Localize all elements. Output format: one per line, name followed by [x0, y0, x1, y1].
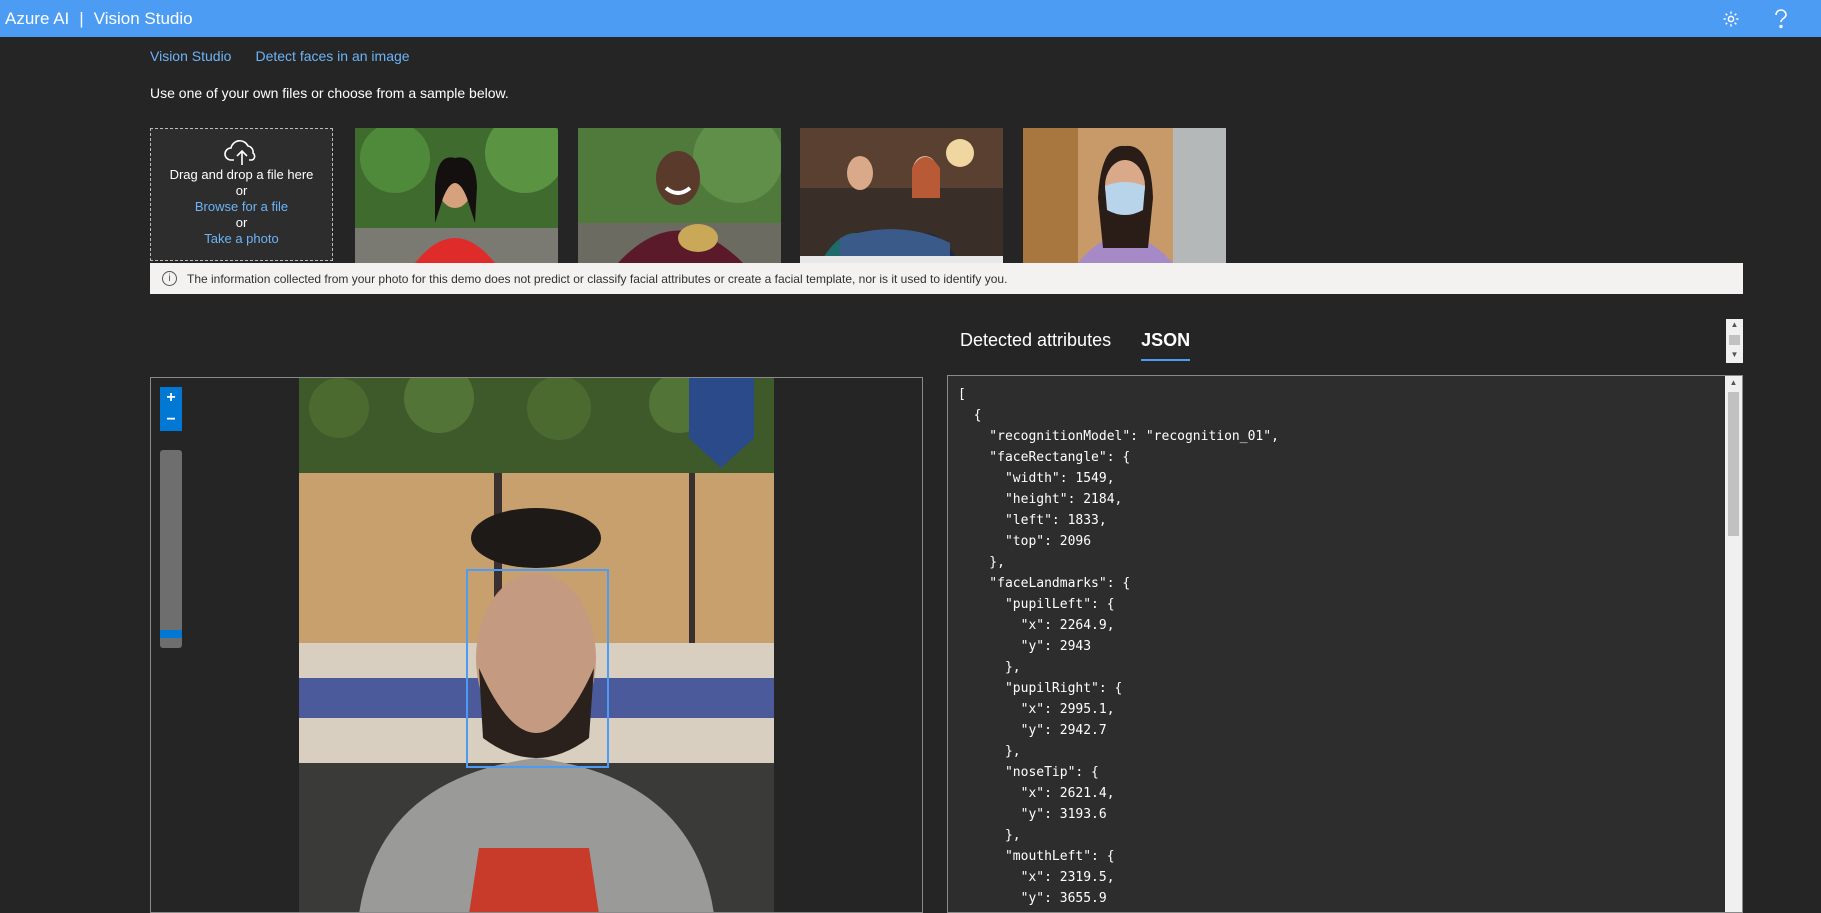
top-bar: Azure AI | Vision Studio	[0, 0, 1821, 37]
cloud-upload-icon	[151, 139, 332, 167]
info-icon: i	[162, 271, 177, 286]
zoom-out-button[interactable]: −	[160, 409, 182, 431]
zoom-in-button[interactable]: +	[160, 387, 182, 409]
gear-icon[interactable]	[1721, 9, 1741, 29]
help-icon[interactable]	[1771, 8, 1791, 29]
json-scroll-thumb[interactable]	[1728, 392, 1739, 536]
tabs-scrollbar[interactable]: ▲ ▼	[1726, 319, 1743, 363]
sample-image-2[interactable]	[578, 128, 781, 263]
take-photo-link[interactable]: Take a photo	[151, 231, 332, 247]
brand-name: Azure AI	[5, 8, 70, 28]
breadcrumb-detect-faces[interactable]: Detect faces in an image	[255, 48, 409, 64]
tab-detected-attributes[interactable]: Detected attributes	[960, 330, 1111, 361]
sample-image-1[interactable]	[355, 128, 558, 263]
scroll-up-icon[interactable]: ▲	[1726, 319, 1743, 331]
json-output-text: [ { "recognitionModel": "recognition_01"…	[958, 387, 1279, 906]
brand-separator: |	[79, 8, 84, 28]
breadcrumb: Vision Studio Detect faces in an image	[150, 48, 410, 64]
json-scrollbar[interactable]: ▲	[1725, 376, 1742, 912]
app-title[interactable]: Azure AI | Vision Studio	[5, 9, 193, 29]
result-tabs: Detected attributes JSON	[960, 330, 1191, 361]
file-dropzone[interactable]: Drag and drop a file here or Browse for …	[150, 128, 333, 261]
image-viewer: + −	[150, 377, 923, 913]
or-text: or	[235, 215, 248, 230]
sample-image-4[interactable]	[1023, 128, 1226, 263]
or-text: or	[235, 183, 248, 198]
breadcrumb-vision-studio[interactable]: Vision Studio	[150, 48, 231, 64]
json-output-panel[interactable]: [ { "recognitionModel": "recognition_01"…	[947, 375, 1743, 913]
scroll-down-icon[interactable]: ▼	[1726, 349, 1743, 361]
privacy-notice-text: The information collected from your phot…	[187, 271, 1008, 286]
browse-file-link[interactable]: Browse for a file	[151, 199, 332, 215]
tab-json[interactable]: JSON	[1141, 330, 1191, 361]
privacy-notice: i The information collected from your ph…	[150, 263, 1743, 294]
scroll-up-icon[interactable]: ▲	[1725, 376, 1742, 390]
zoom-slider[interactable]	[160, 450, 182, 648]
scroll-thumb[interactable]	[1729, 335, 1740, 345]
face-bounding-box[interactable]	[466, 569, 609, 768]
instructions-text: Use one of your own files or choose from…	[150, 85, 509, 101]
zoom-slider-thumb[interactable]	[160, 630, 182, 638]
sample-image-3[interactable]	[800, 128, 1003, 263]
product-name: Vision Studio	[93, 8, 193, 28]
drag-drop-text: Drag and drop a file here	[169, 167, 314, 182]
